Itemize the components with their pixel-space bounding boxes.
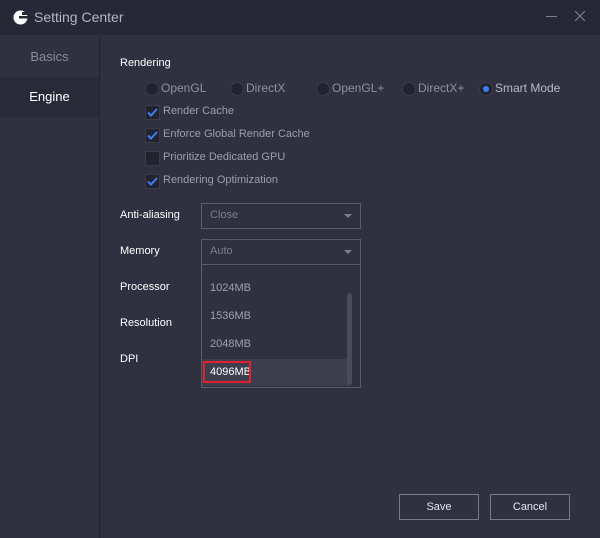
rendering-section-label: Rendering — [120, 57, 171, 69]
sidebar-item-engine[interactable]: Engine — [0, 77, 99, 117]
checkmark-icon — [147, 131, 158, 140]
radio-label: DirectX — [246, 81, 286, 95]
option-text: 2048MB — [210, 338, 251, 350]
radio-circle — [316, 82, 330, 96]
radio-circle — [230, 82, 244, 96]
select-value: Auto — [210, 245, 233, 257]
app-logo-icon — [13, 10, 28, 25]
checkmark-icon — [147, 108, 158, 117]
memory-option-1536mb[interactable]: 1536MB — [202, 303, 350, 330]
checkbox-label: Enforce Global Render Cache — [163, 128, 310, 140]
option-text: 1536MB — [210, 310, 251, 322]
memory-label: Memory — [120, 245, 160, 257]
save-button[interactable]: Save — [399, 494, 479, 520]
processor-label: Processor — [120, 281, 170, 293]
memory-select[interactable]: Auto — [201, 239, 361, 265]
checkbox-box — [145, 128, 160, 143]
radio-circle — [145, 82, 159, 96]
memory-option-1024mb[interactable]: 1024MB — [202, 275, 350, 302]
checkbox-label: Prioritize Dedicated GPU — [163, 151, 286, 163]
radio-label: OpenGL — [161, 81, 207, 95]
checkbox-box — [145, 105, 160, 120]
select-value: Close — [210, 209, 239, 221]
sidebar-item-basics[interactable]: Basics — [0, 37, 99, 77]
radio-circle — [479, 82, 493, 96]
memory-option-2048mb[interactable]: 2048MB — [202, 331, 350, 358]
dropdown-scrollbar[interactable] — [347, 293, 352, 385]
anti-aliasing-select[interactable]: Close — [201, 203, 361, 229]
checkbox-box — [145, 174, 160, 189]
engine-settings-panel: Rendering OpenGL DirectX OpenGL+ DirectX… — [100, 35, 600, 538]
anti-aliasing-label: Anti-aliasing — [120, 209, 180, 221]
checkmark-icon — [147, 177, 158, 186]
minimize-icon[interactable] — [546, 16, 557, 17]
memory-dropdown-list: 1024MB 1536MB 2048MB 4096MB — [201, 265, 361, 388]
resolution-label: Resolution — [120, 317, 172, 329]
radio-label: Smart Mode — [495, 81, 561, 95]
memory-option-4096mb[interactable]: 4096MB — [202, 359, 350, 386]
chevron-down-icon — [344, 214, 352, 218]
checkbox-label: Rendering Optimization — [163, 174, 278, 186]
highlight-box — [203, 361, 251, 383]
checkbox-label: Render Cache — [163, 105, 234, 117]
radio-label: DirectX+ — [418, 81, 465, 95]
radio-circle — [402, 82, 416, 96]
chevron-down-icon — [344, 250, 352, 254]
checkbox-box — [145, 151, 160, 166]
window-title: Setting Center — [34, 9, 124, 25]
radio-label: OpenGL+ — [332, 81, 385, 95]
cancel-button[interactable]: Cancel — [490, 494, 570, 520]
dpi-label: DPI — [120, 353, 139, 365]
option-text: 1024MB — [210, 282, 251, 294]
sidebar: Basics Engine — [0, 35, 100, 538]
close-icon[interactable] — [574, 10, 586, 22]
title-bar: Setting Center — [0, 0, 600, 35]
